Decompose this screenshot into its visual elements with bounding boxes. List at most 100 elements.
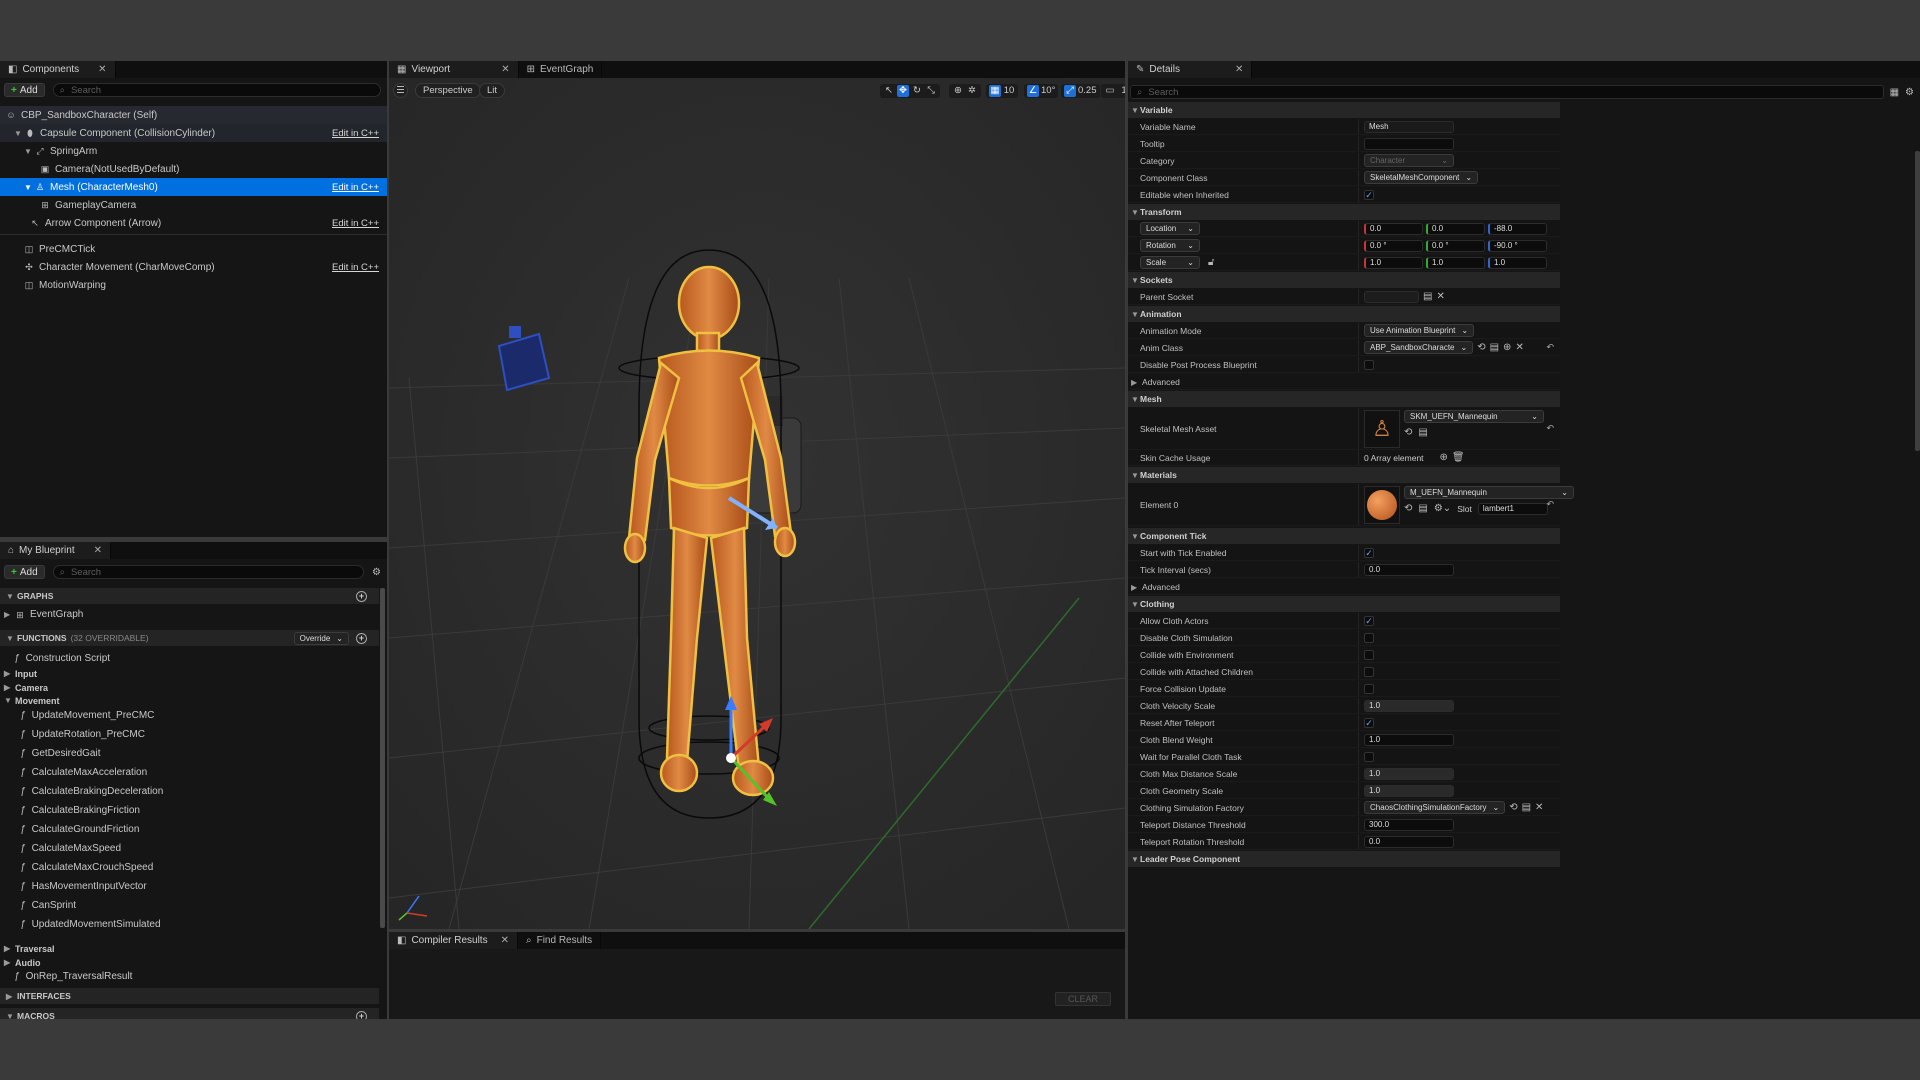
clothing-factory-dropdown[interactable]: ChaosClothingSimulationFactory ⌄	[1364, 801, 1506, 814]
function-item[interactable]: ƒ UpdateMovement_PreCMC	[20, 708, 154, 723]
start-tick-checkbox[interactable]: ✓	[1364, 547, 1374, 558]
scale-icon[interactable]: ⤡	[925, 85, 937, 97]
expand-arrow-icon[interactable]: ▶	[4, 958, 12, 967]
close-icon[interactable]: ✕	[501, 935, 509, 946]
skeletal-mesh-dropdown[interactable]: SKM_UEFN_Mannequin ⌄	[1404, 409, 1544, 423]
expand-arrow-icon[interactable]: ▶	[4, 944, 12, 953]
clothing-checkbox[interactable]: ✓	[1364, 615, 1374, 626]
close-icon[interactable]: ✕	[94, 545, 102, 556]
rotation-y-input[interactable]: 0.0 °	[1426, 239, 1485, 252]
section-variable[interactable]: ▼ Variable	[1128, 102, 1560, 118]
scale-mode-dropdown[interactable]: Scale ⌄	[1140, 256, 1200, 269]
material-thumbnail[interactable]	[1364, 485, 1400, 524]
add-function-icon[interactable]: +	[356, 632, 367, 644]
expand-arrow-icon[interactable]: ▼	[14, 129, 22, 138]
function-item[interactable]: ƒ GetDesiredGait	[20, 746, 100, 761]
tab-components[interactable]: ◧ Components ✕	[0, 61, 116, 78]
component-class-dropdown[interactable]: SkeletalMeshComponent ⌄	[1364, 171, 1479, 184]
gear-icon[interactable]: ⚙	[1905, 87, 1914, 98]
edit-in-cpp-link[interactable]: Edit in C++	[332, 182, 379, 193]
edit-in-cpp-link[interactable]: Edit in C++	[332, 262, 379, 273]
table-view-icon[interactable]: ▦	[1890, 87, 1899, 98]
clothing-input[interactable]: 1.0	[1364, 733, 1454, 746]
expand-arrow-icon[interactable]: ▶	[4, 610, 12, 619]
collapse-arrow-icon[interactable]: ▼	[1131, 471, 1139, 480]
clear-icon[interactable]: ✕	[1535, 802, 1543, 813]
scale-y-input[interactable]: 1.0	[1426, 256, 1485, 269]
close-icon[interactable]: ✕	[98, 64, 106, 75]
add-icon[interactable]: ⊕	[1503, 342, 1511, 353]
section-transform[interactable]: ▼ Transform	[1128, 204, 1560, 220]
section-clothing[interactable]: ▼ Clothing	[1128, 596, 1560, 612]
component-row-mesh[interactable]: ▼ ♙ Mesh (CharacterMesh0) Edit in C++	[0, 178, 387, 196]
perspective-button[interactable]: Perspective	[415, 83, 481, 98]
edit-in-cpp-link[interactable]: Edit in C++	[332, 128, 379, 139]
category-input[interactable]: ▶ Input	[4, 666, 37, 681]
construction-script-item[interactable]: ƒ Construction Script	[14, 651, 110, 666]
disable-post-process-checkbox[interactable]	[1364, 359, 1374, 370]
expand-arrow-icon[interactable]: ▼	[6, 1012, 14, 1020]
select-icon[interactable]: ↖	[883, 85, 895, 97]
viewport-menu-button[interactable]: ☰	[393, 83, 408, 98]
component-row-motionwarping[interactable]: ◫ MotionWarping	[0, 276, 387, 294]
location-z-input[interactable]: -88.0	[1488, 222, 1547, 235]
function-onrep-traversal[interactable]: ƒ OnRep_TraversalResult	[14, 969, 132, 984]
add-macro-icon[interactable]: +	[356, 1010, 367, 1019]
translate-icon[interactable]: ✥	[897, 85, 909, 97]
scale-snap-icon[interactable]: ⤢	[1064, 85, 1076, 97]
add-element-icon[interactable]: ⊕	[1440, 452, 1448, 463]
component-row-charactermovement[interactable]: ✣ Character Movement (CharMoveComp) Edit i…	[0, 258, 387, 276]
lock-icon[interactable]: 🔓︎	[1208, 257, 1214, 268]
animation-mode-dropdown[interactable]: Use Animation Blueprint ⌄	[1364, 324, 1475, 337]
clear-icon[interactable]: ✕	[1515, 342, 1523, 353]
location-x-input[interactable]: 0.0	[1364, 222, 1423, 235]
collapse-arrow-icon[interactable]: ▼	[1131, 855, 1139, 864]
scale-x-input[interactable]: 1.0	[1364, 256, 1423, 269]
clear-button[interactable]: CLEAR	[1054, 992, 1111, 1006]
browse-icon[interactable]: ▤	[1418, 503, 1427, 514]
function-item[interactable]: ƒ HasMovementInputVector	[20, 879, 147, 894]
grid-snap-icon[interactable]: ▦	[989, 85, 1001, 97]
expand-arrow-icon[interactable]: ▶	[1131, 378, 1139, 387]
section-animation[interactable]: ▼ Animation	[1128, 306, 1560, 322]
rotation-z-input[interactable]: -90.0 °	[1488, 239, 1547, 252]
viewport[interactable]: ☰ Perspective Lit ↖ ✥ ↻ ⤡ ⊕ ✲ ▦ 10 ∠ 10° ⤢…	[389, 78, 1125, 929]
collapse-arrow-icon[interactable]: ▼	[1131, 208, 1139, 217]
category-dropdown[interactable]: Character ⌄	[1364, 154, 1454, 167]
clothing-slider[interactable]: 1.0	[1364, 767, 1454, 780]
component-row-arrow[interactable]: ↖ Arrow Component (Arrow) Edit in C++	[0, 214, 387, 232]
browse-icon[interactable]: ▤	[1423, 291, 1432, 302]
collapse-arrow-icon[interactable]: ▼	[1131, 600, 1139, 609]
angle-snap-icon[interactable]: ∠	[1027, 85, 1039, 97]
section-mesh[interactable]: ▼ Mesh	[1128, 391, 1560, 407]
add-graph-icon[interactable]: +	[356, 590, 367, 602]
tab-eventgraph[interactable]: ⊞ EventGraph	[518, 61, 603, 78]
mesh-thumbnail[interactable]: ♙	[1364, 409, 1400, 448]
world-icon[interactable]: ⊕	[952, 85, 964, 97]
function-item[interactable]: ƒ UpdateRotation_PreCMC	[20, 727, 145, 742]
tick-interval-input[interactable]: 0.0	[1364, 563, 1454, 576]
category-movement[interactable]: ▼ Movement	[4, 693, 60, 708]
scale-snap-tool[interactable]: ⤢ 0.25	[1061, 84, 1100, 98]
use-selected-icon[interactable]: ⟲	[1509, 802, 1517, 813]
clothing-checkbox[interactable]	[1364, 683, 1374, 694]
collapse-arrow-icon[interactable]: ▼	[1131, 276, 1139, 285]
location-mode-dropdown[interactable]: Location ⌄	[1140, 222, 1200, 235]
camera-speed-tool[interactable]: ▭ 1	[1101, 84, 1125, 98]
add-component-button[interactable]: + Add	[4, 83, 45, 97]
rotation-snap-tool[interactable]: ∠ 10°	[1024, 84, 1059, 98]
section-component-tick[interactable]: ▼ Component Tick	[1128, 528, 1560, 544]
components-search-input[interactable]: ⌕ Search	[52, 83, 381, 97]
expand-arrow-icon[interactable]: ▼	[24, 147, 32, 156]
variable-name-input[interactable]: Mesh	[1364, 120, 1454, 133]
component-row-self[interactable]: ☺ CBP_SandboxCharacter (Self)	[0, 106, 387, 124]
tab-find-results[interactable]: ⌕ Find Results	[517, 932, 602, 949]
expand-arrow-icon[interactable]: ▶	[4, 683, 12, 692]
expand-arrow-icon[interactable]: ▶	[4, 669, 12, 678]
add-blueprint-item-button[interactable]: + Add	[4, 565, 45, 579]
use-selected-icon[interactable]: ⟲	[1477, 342, 1485, 353]
component-row-precmctick[interactable]: ◫ PreCMCTick	[0, 240, 387, 258]
anim-class-dropdown[interactable]: ABP_SandboxCharacte ⌄	[1364, 341, 1474, 354]
reset-icon[interactable]: ↶	[1546, 342, 1554, 353]
clothing-checkbox[interactable]	[1364, 632, 1374, 643]
